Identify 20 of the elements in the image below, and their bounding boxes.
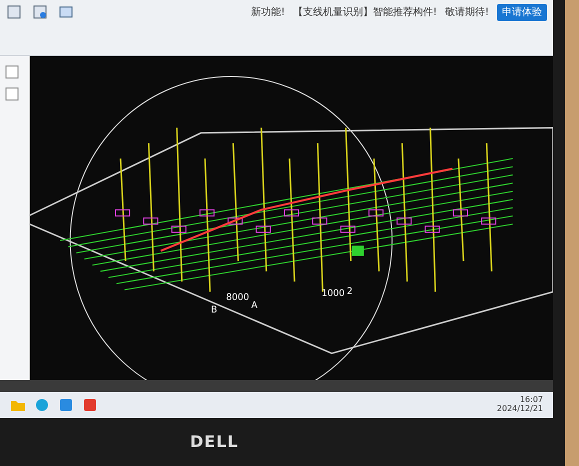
- app-icon[interactable]: [58, 397, 74, 413]
- brand-logo: DELL: [190, 431, 239, 453]
- toolbar-icon[interactable]: [58, 4, 74, 20]
- grid-label: 8000: [226, 292, 250, 304]
- grid-label: B: [211, 305, 218, 316]
- browser-icon[interactable]: [34, 397, 50, 413]
- grid-label: A: [251, 301, 258, 312]
- app-icon[interactable]: [82, 397, 98, 413]
- notice-link[interactable]: 敬请期待!: [444, 5, 489, 20]
- toolbar-icon[interactable]: [6, 4, 22, 20]
- panel-icon[interactable]: [4, 64, 20, 80]
- trial-button[interactable]: 申请体验: [497, 4, 547, 21]
- notice-label: 新功能!: [250, 6, 285, 20]
- clock-date: 2024/12/21: [496, 405, 543, 414]
- grid-label: 1000: [322, 288, 345, 299]
- notice-link[interactable]: 【支线机量识别】智能推荐构件!: [292, 5, 437, 20]
- toolbar-icon[interactable]: [32, 4, 48, 20]
- clock-time: 16:07: [518, 396, 543, 405]
- grid-label: 2: [346, 286, 353, 297]
- panel-icon[interactable]: [4, 86, 20, 102]
